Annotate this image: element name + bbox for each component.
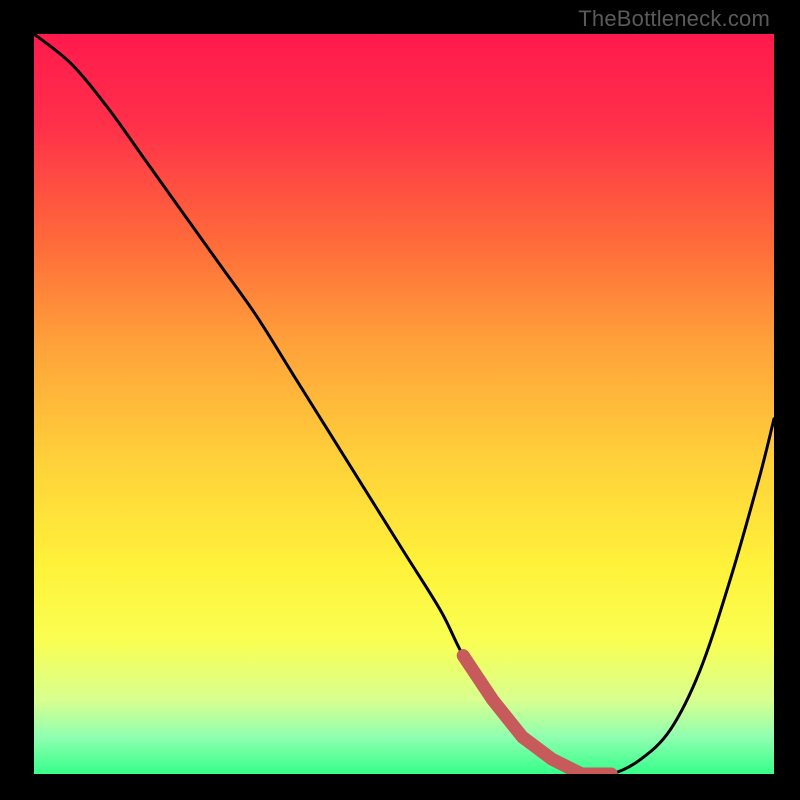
watermark-text: TheBottleneck.com [578, 6, 770, 32]
plot-area [34, 34, 774, 774]
background-gradient [34, 34, 774, 774]
chart-frame: TheBottleneck.com [0, 0, 800, 800]
gradient-rect [34, 34, 774, 774]
